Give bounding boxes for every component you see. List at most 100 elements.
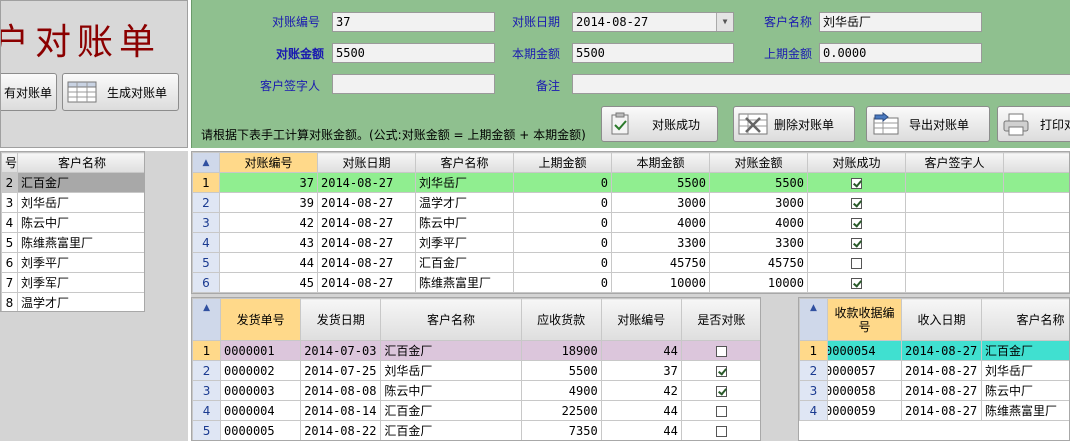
recon-success-cell[interactable] xyxy=(807,272,906,293)
recon-success-cell[interactable] xyxy=(807,232,906,253)
shipment-no-cell[interactable]: 0000002 xyxy=(220,360,302,381)
shipment-header-checked[interactable]: 是否对账 xyxy=(680,298,760,341)
customer-list-row[interactable]: 5 陈维燕富里厂 xyxy=(1,232,144,253)
recon-corner-cell[interactable]: ▲ xyxy=(192,152,220,173)
recon-no-cell[interactable]: 39 xyxy=(219,192,318,213)
shipment-checked-checkbox[interactable] xyxy=(715,365,727,377)
recon-header-success[interactable]: 对账成功 xyxy=(807,152,906,173)
shipment-checked-checkbox[interactable] xyxy=(715,425,727,437)
shipment-date-cell[interactable]: 2014-08-08 xyxy=(300,380,382,401)
receipt-no-cell[interactable]: 0000054 xyxy=(827,340,902,361)
receipt-row[interactable]: 2 0000057 2014-08-27 刘华岳厂 xyxy=(799,360,1069,381)
shipment-checked-checkbox[interactable] xyxy=(715,385,727,397)
shipment-customer-cell[interactable]: 汇百金厂 xyxy=(380,340,522,361)
shipment-amount-cell[interactable]: 5500 xyxy=(520,360,602,381)
recon-total-cell[interactable]: 3300 xyxy=(709,232,808,253)
shipment-checked-checkbox[interactable] xyxy=(715,405,727,417)
shipment-checked-cell[interactable] xyxy=(680,340,760,361)
shipment-no-cell[interactable]: 0000003 xyxy=(220,380,302,401)
shipment-checked-cell[interactable] xyxy=(680,380,760,401)
recon-customer-cell[interactable]: 陈维燕富里厂 xyxy=(415,272,514,293)
receipt-no-cell[interactable]: 0000057 xyxy=(827,360,902,381)
recon-amount-field[interactable]: 5500 xyxy=(332,43,495,63)
receipt-header-no[interactable]: 收款收据编号 xyxy=(827,298,902,341)
recon-total-cell[interactable]: 3000 xyxy=(709,192,808,213)
shipment-row[interactable]: 1 0000001 2014-07-03 汇百金厂 18900 44 xyxy=(192,340,760,361)
recon-signer-cell[interactable] xyxy=(905,232,1004,253)
customer-list-row[interactable]: 8 温学才厂 xyxy=(1,292,144,311)
recon-prev-cell[interactable]: 0 xyxy=(513,192,612,213)
shipment-row[interactable]: 2 0000002 2014-07-25 刘华岳厂 5500 37 xyxy=(192,360,760,381)
recon-success-cell[interactable] xyxy=(807,192,906,213)
recon-date-cell[interactable]: 2014-08-27 xyxy=(317,212,416,233)
customer-list-name[interactable]: 刘华岳厂 xyxy=(17,192,144,213)
receipt-no-cell[interactable]: 0000059 xyxy=(827,400,902,421)
recon-row[interactable]: 3 42 2014-08-27 陈云中厂 0 4000 4000 xyxy=(192,212,1069,233)
recon-grid[interactable]: ▲ 对账编号 对账日期 客户名称 上期金额 本期金额 对账金额 对账成功 客户签… xyxy=(191,151,1070,294)
shipment-row-number[interactable]: 4 xyxy=(192,400,222,421)
shipment-checked-cell[interactable] xyxy=(680,360,760,381)
recon-row-number[interactable]: 3 xyxy=(192,212,220,233)
shipment-header-no[interactable]: 发货单号 xyxy=(220,298,302,341)
customer-list-name[interactable]: 温学才厂 xyxy=(17,292,144,311)
shipment-customer-cell[interactable]: 刘华岳厂 xyxy=(380,360,522,381)
recon-row-number[interactable]: 2 xyxy=(192,192,220,213)
receipt-customer-cell[interactable]: 刘华岳厂 xyxy=(981,360,1069,381)
shipment-no-cell[interactable]: 0000001 xyxy=(220,340,302,361)
receipt-row-number[interactable]: 2 xyxy=(799,360,828,381)
customer-list-grid[interactable]: 号 客户名称 2 汇百金厂 3 刘华岳厂 4 陈云中厂 5 陈维燕富里厂 6 刘季平厂 7 刘季军厂 8… xyxy=(0,151,145,312)
recon-customer-cell[interactable]: 温学才厂 xyxy=(415,192,514,213)
recon-customer-cell[interactable]: 刘华岳厂 xyxy=(415,172,514,193)
recon-row[interactable]: 4 43 2014-08-27 刘季平厂 0 3300 3300 xyxy=(192,232,1069,253)
shipment-recon-no-cell[interactable]: 44 xyxy=(600,420,682,440)
shipment-recon-no-cell[interactable]: 42 xyxy=(600,380,682,401)
recon-prev-cell[interactable]: 0 xyxy=(513,252,612,273)
shipment-corner-cell[interactable]: ▲ xyxy=(192,298,222,341)
recon-no-cell[interactable]: 45 xyxy=(219,272,318,293)
shipment-row-number[interactable]: 5 xyxy=(192,420,222,440)
shipment-row[interactable]: 3 0000003 2014-08-08 陈云中厂 4900 42 xyxy=(192,380,760,401)
recon-total-cell[interactable]: 45750 xyxy=(709,252,808,273)
receipt-date-cell[interactable]: 2014-08-27 xyxy=(901,340,982,361)
recon-header-current[interactable]: 本期金额 xyxy=(611,152,710,173)
recon-header-no[interactable]: 对账编号 xyxy=(219,152,318,173)
recon-current-cell[interactable]: 45750 xyxy=(611,252,710,273)
shipment-recon-no-cell[interactable]: 44 xyxy=(600,340,682,361)
recon-row-number[interactable]: 5 xyxy=(192,252,220,273)
customer-list-row[interactable]: 6 刘季平厂 xyxy=(1,252,144,273)
recon-row-number[interactable]: 6 xyxy=(192,272,220,293)
signer-field[interactable] xyxy=(332,74,495,94)
recon-success-cell[interactable] xyxy=(807,212,906,233)
generate-statement-button[interactable]: 生成对账单 xyxy=(62,73,179,111)
recon-prev-cell[interactable]: 0 xyxy=(513,212,612,233)
recon-date-field[interactable]: 2014-08-27 ▼ xyxy=(572,12,734,32)
recon-row[interactable]: 5 44 2014-08-27 汇百金厂 0 45750 45750 xyxy=(192,252,1069,273)
shipment-row-number[interactable]: 1 xyxy=(192,340,222,361)
receipt-row[interactable]: 1 0000054 2014-08-27 汇百金厂 xyxy=(799,340,1069,361)
recon-date-cell[interactable]: 2014-08-27 xyxy=(317,252,416,273)
print-button[interactable]: 打印对 xyxy=(997,106,1070,142)
receipt-row[interactable]: 3 0000058 2014-08-27 陈云中厂 xyxy=(799,380,1069,401)
recon-signer-cell[interactable] xyxy=(905,212,1004,233)
shipment-amount-cell[interactable]: 22500 xyxy=(520,400,602,421)
receipt-date-cell[interactable]: 2014-08-27 xyxy=(901,380,982,401)
shipment-checked-cell[interactable] xyxy=(680,420,760,440)
shipment-customer-cell[interactable]: 汇百金厂 xyxy=(380,420,522,440)
shipment-date-cell[interactable]: 2014-08-14 xyxy=(300,400,382,421)
receipt-corner-cell[interactable]: ▲ xyxy=(799,298,828,341)
shipment-amount-cell[interactable]: 7350 xyxy=(520,420,602,440)
recon-current-cell[interactable]: 3300 xyxy=(611,232,710,253)
recon-current-cell[interactable]: 10000 xyxy=(611,272,710,293)
recon-success-cell[interactable] xyxy=(807,252,906,273)
receipt-row-number[interactable]: 1 xyxy=(799,340,828,361)
recon-row[interactable]: 1 37 2014-08-27 刘华岳厂 0 5500 5500 xyxy=(192,172,1069,193)
customer-list-name[interactable]: 刘季平厂 xyxy=(17,252,144,273)
recon-signer-cell[interactable] xyxy=(905,252,1004,273)
recon-prev-cell[interactable]: 0 xyxy=(513,172,612,193)
receipt-header-customer[interactable]: 客户名称 xyxy=(981,298,1069,341)
customer-list-row[interactable]: 2 汇百金厂 xyxy=(1,172,144,193)
recon-customer-cell[interactable]: 陈云中厂 xyxy=(415,212,514,233)
receipt-customer-cell[interactable]: 陈维燕富里厂 xyxy=(981,400,1069,421)
shipment-date-cell[interactable]: 2014-07-03 xyxy=(300,340,382,361)
recon-success-checkbox[interactable] xyxy=(851,237,862,249)
